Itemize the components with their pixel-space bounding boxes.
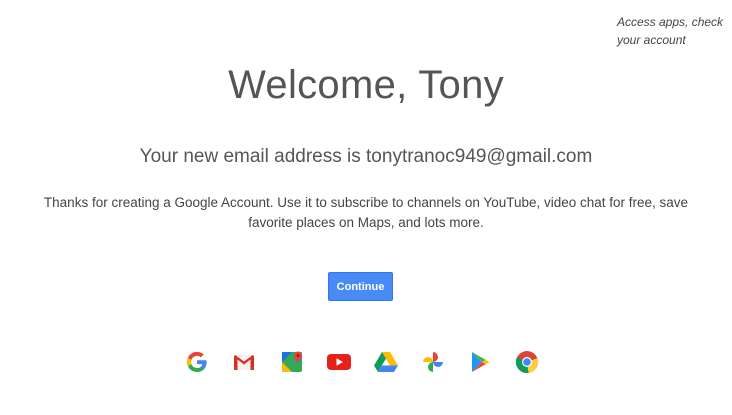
play-store-icon[interactable]: [467, 349, 493, 375]
app-icons-row: [184, 349, 540, 375]
chrome-icon[interactable]: [514, 349, 540, 375]
gmail-icon[interactable]: [231, 349, 257, 375]
google-icon[interactable]: [184, 349, 210, 375]
photos-icon[interactable]: [420, 349, 446, 375]
drive-icon[interactable]: [373, 349, 399, 375]
new-email-address: Your new email address is tonytranoc949@…: [139, 146, 593, 167]
welcome-page: Access apps, check your account Welcome,…: [0, 0, 732, 415]
youtube-icon[interactable]: [326, 349, 352, 375]
continue-button[interactable]: Continue: [328, 272, 393, 301]
account-hint: Access apps, check your account: [617, 15, 724, 47]
account-description: Thanks for creating a Google Account. Us…: [43, 195, 689, 230]
page-title: Welcome, Tony: [228, 63, 504, 107]
maps-icon[interactable]: [279, 349, 305, 375]
